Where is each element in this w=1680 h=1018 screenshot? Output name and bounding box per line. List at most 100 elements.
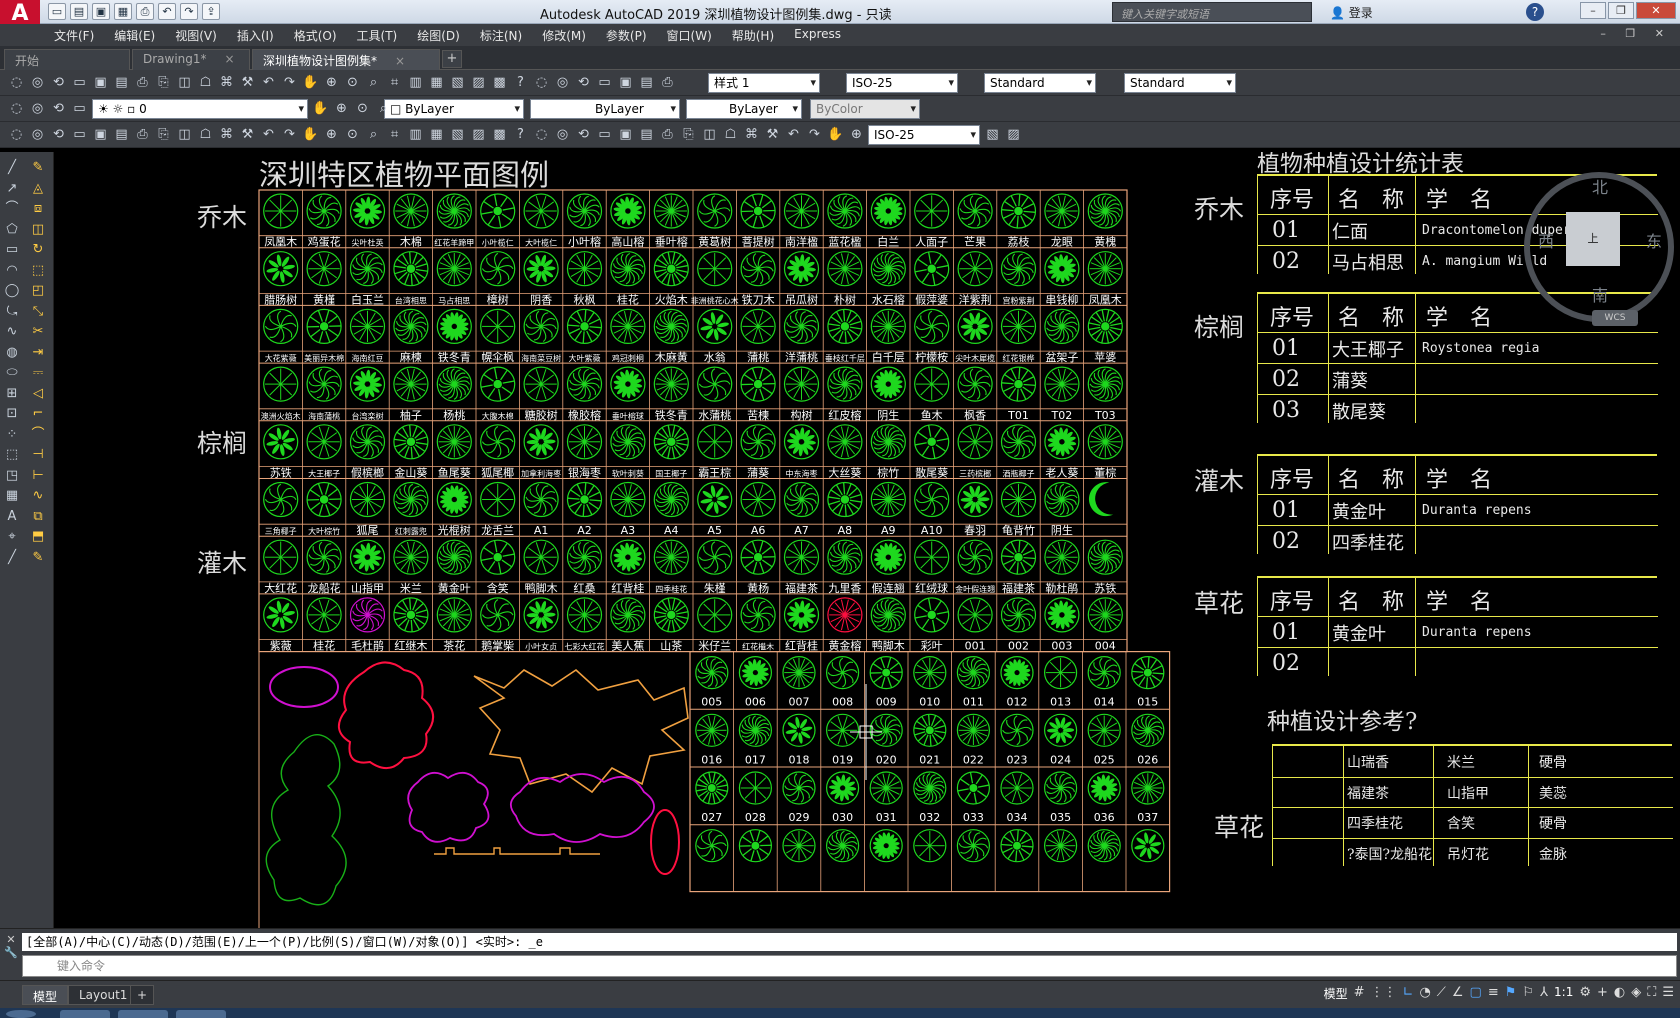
search-input[interactable]: 键入关键字或短语 xyxy=(1112,2,1312,22)
plus-icon[interactable]: + xyxy=(1597,985,1608,1002)
grid-icon[interactable]: # xyxy=(1354,985,1365,1002)
toolbar-tool-icon[interactable]: ✋ xyxy=(302,126,319,143)
menu-item[interactable]: 修改(M) xyxy=(542,27,586,44)
draw-tool-icon[interactable]: ╱ xyxy=(4,160,20,176)
draw-tool-icon[interactable]: ◳ xyxy=(4,468,20,484)
toolbar-tool-icon[interactable]: ⎙ xyxy=(659,126,676,143)
draw-tool-icon[interactable]: ⌖ xyxy=(4,529,20,545)
plotstyle-select[interactable]: ByColor xyxy=(810,99,920,119)
modify-tool-icon[interactable]: ◁ xyxy=(30,386,46,402)
osnap-icon[interactable]: ∠ xyxy=(1452,985,1464,1002)
restore-icon[interactable]: ❐ xyxy=(1608,2,1634,19)
toolbar-tool-icon[interactable]: ▧ xyxy=(449,126,466,143)
toolbar-tool-icon[interactable]: ✋ xyxy=(302,74,319,91)
toolbar-tool-icon[interactable]: ⊙ xyxy=(344,126,361,143)
toolbar-tool-icon[interactable]: ◎ xyxy=(29,74,46,91)
toolbar-tool-icon[interactable]: ▤ xyxy=(113,74,130,91)
menu-item[interactable]: 文件(F) xyxy=(54,27,94,44)
toolbar-tool-icon[interactable]: ◎ xyxy=(29,100,46,117)
menu-item[interactable]: 编辑(E) xyxy=(114,27,155,44)
menu-item[interactable]: 插入(I) xyxy=(237,27,274,44)
toolbar-tool-icon[interactable]: ▥ xyxy=(407,126,424,143)
toolbar-tool-icon[interactable]: ⎙ xyxy=(134,74,151,91)
toolbar-tool-icon[interactable]: ▧ xyxy=(449,74,466,91)
toolbar-tool-icon[interactable]: ↷ xyxy=(281,126,298,143)
taskbar-autocad-icon[interactable] xyxy=(176,1010,226,1018)
toolbar-tool-icon[interactable]: ▤ xyxy=(638,74,655,91)
menu-item[interactable]: 标注(N) xyxy=(480,27,522,44)
draw-tool-icon[interactable]: ↗ xyxy=(4,181,20,197)
toolbar-tool-icon[interactable]: ⎙ xyxy=(659,74,676,91)
toolbar-tool-icon[interactable]: ▭ xyxy=(71,100,88,117)
menu-item[interactable]: 格式(O) xyxy=(294,27,337,44)
save-icon[interactable]: ▣ xyxy=(92,3,110,20)
toolbar-tool-icon[interactable]: ⟲ xyxy=(575,126,592,143)
linetype-select[interactable]: ByLayer xyxy=(530,99,680,119)
start-button-icon[interactable] xyxy=(6,1010,36,1018)
draw-tool-icon[interactable]: ▦ xyxy=(4,488,20,504)
toolbar-tool-icon[interactable]: ⌗ xyxy=(386,126,403,143)
new-tab-button[interactable]: + xyxy=(442,50,462,68)
modify-tool-icon[interactable]: ⤡ xyxy=(30,304,46,320)
command-input[interactable]: 键入命令 xyxy=(22,955,1677,977)
toolbar-tool-icon[interactable]: ⟲ xyxy=(575,74,592,91)
modify-tool-icon[interactable]: ⧈ xyxy=(30,201,46,217)
toolbar-tool-icon[interactable]: ▭ xyxy=(596,74,613,91)
viewcube-east[interactable]: 东 xyxy=(1646,228,1662,252)
gear-icon[interactable]: ⚙ xyxy=(1579,985,1591,1002)
hardware-accel-icon[interactable]: ◈ xyxy=(1631,985,1641,1002)
modify-tool-icon[interactable]: ↻ xyxy=(30,242,46,258)
customize-icon[interactable]: ☰ xyxy=(1662,985,1674,1002)
toolbar-tool-icon[interactable]: ⟲ xyxy=(50,100,67,117)
close-icon[interactable]: × xyxy=(225,52,235,66)
lineweight-select[interactable]: ByLayer xyxy=(686,99,802,119)
modify-tool-icon[interactable]: ✎ xyxy=(30,160,46,176)
snap-icon[interactable]: ⋮⋮ xyxy=(1371,985,1397,1002)
modify-tool-icon[interactable]: ⎓ xyxy=(30,365,46,381)
modify-tool-icon[interactable]: ⬒ xyxy=(30,529,46,545)
redo-icon[interactable]: ↷ xyxy=(180,3,198,20)
text-style-select[interactable]: 样式 1 xyxy=(708,73,820,93)
menu-item[interactable]: 帮助(H) xyxy=(732,27,774,44)
model-space-canvas[interactable]: 凤凰木 鸡蛋花 尖叶杜英 木棉 红花羊蹄甲 小叶榄仁 大叶榄仁 小叶榕 高山榕 垂叶榕 黄葛树 菩提树… xyxy=(54,152,1680,928)
scale-select[interactable]: 1:1 xyxy=(1554,985,1573,1002)
draw-tool-icon[interactable]: ◠ xyxy=(4,263,20,279)
menu-item[interactable]: 窗口(W) xyxy=(667,27,712,44)
taskbar-app-icon[interactable] xyxy=(118,1010,168,1018)
viewcube-north[interactable]: 北 xyxy=(1592,174,1608,198)
wcs-menu[interactable]: WCS xyxy=(1592,310,1638,326)
command-close-icon[interactable]: ✕ 🔧 xyxy=(4,933,18,975)
undo-icon[interactable]: ↶ xyxy=(158,3,176,20)
toolbar-tool-icon[interactable]: ↶ xyxy=(785,126,802,143)
tab-plant-legend[interactable]: 深圳植物设计图例集* × xyxy=(252,49,440,70)
toolbar-tool-icon[interactable]: ⌘ xyxy=(218,126,235,143)
modify-tool-icon[interactable]: ⇥ xyxy=(30,345,46,361)
modify-tool-icon[interactable]: ⬚ xyxy=(30,263,46,279)
toolbar-tool-icon[interactable]: ▣ xyxy=(92,74,109,91)
draw-tool-icon[interactable]: ▭ xyxy=(4,242,20,258)
toolbar-tool-icon[interactable]: ⊙ xyxy=(344,74,361,91)
viewcube[interactable]: 北 南 西 东 上 xyxy=(1524,172,1674,322)
open-icon[interactable]: ▤ xyxy=(70,3,88,20)
modify-tool-icon[interactable]: ✂ xyxy=(30,324,46,340)
toolbar-tool-icon[interactable]: ✋ xyxy=(827,126,844,143)
toolbar-tool-icon[interactable]: ↶ xyxy=(260,74,277,91)
toolbar-tool-icon[interactable]: ⊕ xyxy=(323,74,340,91)
login-button[interactable]: 👤 登录 xyxy=(1330,4,1373,21)
toolbar-tool-icon[interactable]: ⌕ xyxy=(365,74,382,91)
toolbar-tool-icon[interactable]: ⊕ xyxy=(333,100,350,117)
toolbar-tool-icon[interactable]: ◌ xyxy=(533,126,550,143)
menu-item[interactable]: 视图(V) xyxy=(175,27,217,44)
toolbar-tool-icon[interactable]: ⌘ xyxy=(218,74,235,91)
toolbar-tool-icon[interactable]: ⌕ xyxy=(365,126,382,143)
toolbar-tool-icon[interactable]: ▥ xyxy=(407,74,424,91)
draw-tool-icon[interactable]: ⊡ xyxy=(4,406,20,422)
share-icon[interactable]: ⇪ xyxy=(202,3,220,20)
modify-tool-icon[interactable]: ⊣ xyxy=(30,447,46,463)
toolbar-tool-icon[interactable]: ⊕ xyxy=(323,126,340,143)
add-layout-button[interactable]: + xyxy=(130,985,155,1005)
model-space-toggle[interactable]: 模型 xyxy=(1324,985,1348,1002)
modify-tool-icon[interactable]: ∿ xyxy=(30,488,46,504)
toolbar-tool-icon[interactable]: ↶ xyxy=(260,126,277,143)
menu-item[interactable]: Express xyxy=(794,27,841,44)
